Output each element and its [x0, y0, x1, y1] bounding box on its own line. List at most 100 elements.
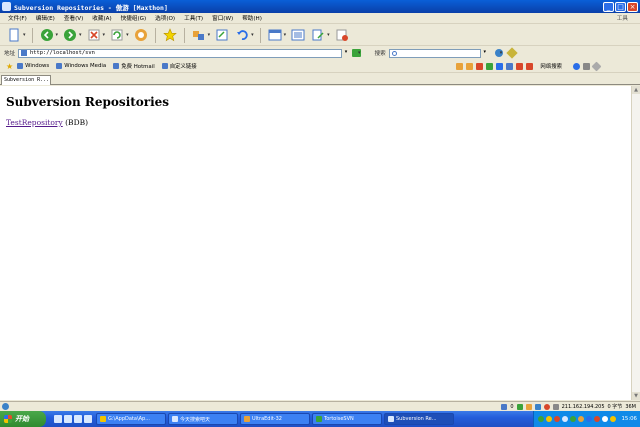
clock[interactable]: 15:06	[621, 416, 637, 422]
back-icon[interactable]	[39, 27, 55, 43]
tray-icon[interactable]	[578, 416, 585, 422]
status-icon[interactable]	[552, 403, 559, 410]
link-custom[interactable]: 自定义链接	[161, 62, 197, 70]
quick-launch-icon[interactable]	[54, 415, 62, 423]
start-button[interactable]: 开始	[0, 411, 46, 427]
home-icon[interactable]	[133, 27, 149, 43]
link-hotmail[interactable]: 免费 Hotmail	[113, 62, 155, 70]
task-search[interactable]: 今天搜索吧天	[168, 413, 238, 425]
diamond-icon[interactable]	[591, 61, 602, 71]
search-icon	[391, 50, 397, 56]
tray-icon[interactable]	[546, 416, 553, 422]
status-icon[interactable]	[516, 403, 523, 410]
repository-link[interactable]: TestRepository	[6, 118, 63, 127]
scroll-up-icon[interactable]: ▲	[632, 86, 640, 94]
ad-filter-icon[interactable]	[334, 27, 350, 43]
undo-close-icon[interactable]	[234, 27, 250, 43]
groups-icon[interactable]	[191, 27, 207, 43]
quick-launch-icon[interactable]	[64, 415, 72, 423]
status-icon[interactable]	[534, 403, 541, 410]
open-window-icon[interactable]	[214, 27, 230, 43]
assistant-label[interactable]: 网络搜索	[540, 62, 562, 70]
stop-dropdown-icon[interactable]: ▾	[103, 32, 106, 38]
status-icon[interactable]	[543, 403, 550, 410]
tray-icon[interactable]	[586, 416, 593, 422]
tools-toggle[interactable]: 工具	[617, 14, 628, 22]
address-dropdown-icon[interactable]: ▾	[342, 49, 350, 58]
trash-icon[interactable]	[501, 403, 508, 410]
stop-icon[interactable]	[86, 27, 102, 43]
refresh-dropdown-icon[interactable]: ▾	[126, 32, 129, 38]
address-url[interactable]: http://localhost/svn	[30, 50, 95, 56]
status-icon[interactable]	[525, 403, 532, 410]
back-dropdown-icon[interactable]: ▾	[56, 32, 59, 38]
split-view-dropdown-icon[interactable]: ▾	[284, 32, 287, 38]
plugin-icon[interactable]	[506, 62, 514, 70]
quick-launch-icon[interactable]	[84, 415, 92, 423]
task-maxthon[interactable]: Subversion Re...	[384, 413, 454, 425]
address-input[interactable]: http://localhost/svn	[18, 48, 342, 58]
tray-icon[interactable]	[538, 416, 545, 422]
status-count: 0	[510, 403, 514, 410]
menu-favorites[interactable]: 收藏(A)	[92, 14, 111, 22]
sidebar-icon[interactable]	[290, 27, 306, 43]
menu-groups[interactable]: 快捷组(G)	[121, 14, 146, 22]
groups-dropdown-icon[interactable]: ▾	[208, 32, 211, 38]
menu-help[interactable]: 帮助(H)	[242, 14, 262, 22]
plugin-icon[interactable]	[486, 62, 494, 70]
assistant-icon[interactable]	[526, 62, 534, 70]
tray-icon[interactable]	[594, 416, 601, 422]
search-dropdown-icon[interactable]: ▾	[481, 49, 489, 58]
link-windows[interactable]: Windows	[17, 63, 49, 69]
edit-page-dropdown-icon[interactable]: ▾	[327, 32, 330, 38]
favorites-icon[interactable]: ★	[6, 62, 13, 71]
task-ultraedit[interactable]: UltraEdit-32	[240, 413, 310, 425]
skin-icon[interactable]	[573, 62, 580, 70]
forward-icon[interactable]	[62, 27, 78, 43]
menu-file[interactable]: 文件(F)	[8, 14, 27, 22]
plugin-icon[interactable]	[496, 62, 504, 70]
forward-dropdown-icon[interactable]: ▾	[79, 32, 82, 38]
plugin-icon[interactable]	[456, 62, 464, 70]
repository-type: (BDB)	[65, 118, 89, 127]
menu-tools[interactable]: 工具(T)	[184, 14, 203, 22]
tray-icon[interactable]	[562, 416, 569, 422]
maximize-button[interactable]: □	[615, 1, 626, 12]
favorites-star-icon[interactable]	[162, 27, 178, 43]
refresh-icon[interactable]	[109, 27, 125, 43]
new-page-icon[interactable]	[6, 27, 22, 43]
menu-options[interactable]: 选项(O)	[155, 14, 175, 22]
highlight-icon[interactable]	[506, 47, 518, 59]
split-view-icon[interactable]	[267, 27, 283, 43]
page-icon	[21, 50, 27, 56]
menu-edit[interactable]: 编辑(E)	[36, 14, 55, 22]
system-tray: 15:06	[533, 411, 640, 427]
undo-dropdown-icon[interactable]: ▾	[251, 32, 254, 38]
menu-view[interactable]: 查看(V)	[64, 14, 83, 22]
go-dropdown-icon[interactable]: ▾	[358, 50, 361, 56]
menu-window[interactable]: 窗口(W)	[212, 14, 233, 22]
minimize-button[interactable]: _	[603, 1, 614, 12]
scroll-down-icon[interactable]: ▼	[632, 392, 640, 400]
tray-icon[interactable]	[602, 416, 609, 422]
quick-launch-icon[interactable]	[74, 415, 82, 423]
toolbar-separator	[154, 27, 156, 43]
task-explorer[interactable]: G:\AppData\Ap...	[96, 413, 166, 425]
tray-icon[interactable]	[554, 416, 561, 422]
link-windows-media[interactable]: Windows Media	[56, 63, 106, 69]
edit-page-icon[interactable]	[310, 27, 326, 43]
plugin-icon[interactable]	[516, 62, 524, 70]
plugin-icon[interactable]	[476, 62, 484, 70]
plugin-icon[interactable]	[466, 62, 474, 70]
new-page-dropdown-icon[interactable]: ▾	[23, 32, 26, 38]
task-tortoisesvn[interactable]: TortoiseSVN	[312, 413, 382, 425]
tray-icon[interactable]	[570, 416, 577, 422]
close-button[interactable]: ×	[627, 1, 638, 12]
status-bytes: 0 字节	[607, 404, 623, 410]
vertical-scrollbar[interactable]: ▲ ▼	[631, 86, 640, 400]
pen-icon[interactable]	[583, 62, 590, 70]
tab-subversion[interactable]: Subversion R...	[1, 75, 51, 85]
tray-icon[interactable]	[610, 416, 617, 422]
search-engine-dropdown-icon[interactable]: ▾	[500, 50, 503, 56]
search-input[interactable]	[388, 48, 481, 58]
